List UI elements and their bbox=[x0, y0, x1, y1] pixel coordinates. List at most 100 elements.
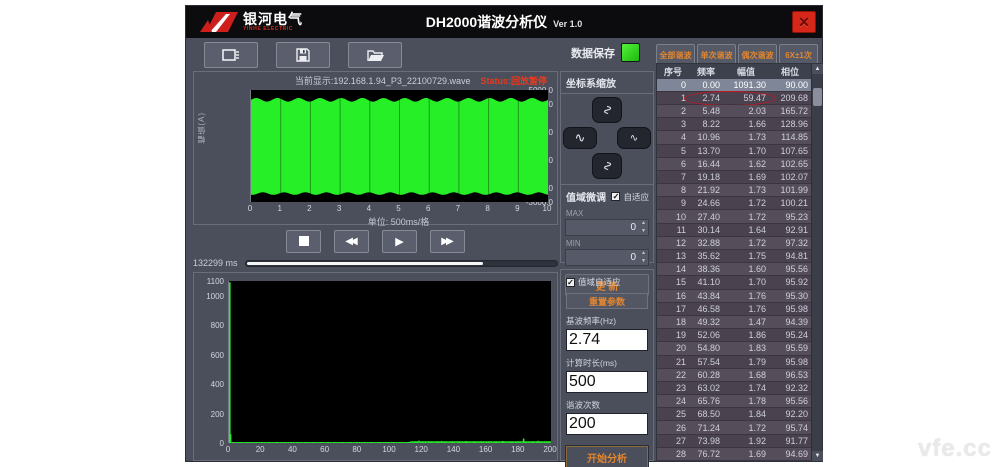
save-button[interactable] bbox=[276, 42, 330, 68]
table-cell: 92.32 bbox=[785, 382, 808, 393]
close-button[interactable]: ✕ bbox=[792, 11, 816, 33]
spinner-down-icon: ▼ bbox=[641, 228, 646, 234]
table-row[interactable]: 18 49.32 1.47 94.39 bbox=[657, 315, 811, 330]
table-cell: 24.66 bbox=[697, 198, 720, 209]
table-cell: 1.76 bbox=[748, 290, 766, 301]
table-row[interactable]: 13 35.62 1.75 94.81 bbox=[657, 250, 811, 264]
table-cell: 19.18 bbox=[697, 171, 720, 182]
table-row[interactable]: 24 65.76 1.78 95.56 bbox=[657, 395, 811, 409]
stop-button[interactable] bbox=[286, 229, 321, 253]
calc-duration-input[interactable] bbox=[566, 371, 648, 393]
table-cell: 11 bbox=[676, 224, 686, 235]
scroll-down-icon[interactable]: ▼ bbox=[812, 451, 823, 461]
table-row[interactable]: 1 2.74 59.47 209.68 bbox=[657, 90, 811, 106]
table-row[interactable]: 9 24.66 1.72 100.21 bbox=[657, 197, 811, 211]
scroll-up-icon[interactable]: ▲ bbox=[812, 64, 823, 74]
save-icon bbox=[296, 48, 310, 62]
table-row[interactable]: 23 63.02 1.74 92.32 bbox=[657, 381, 811, 396]
table-row[interactable]: 26 71.24 1.72 95.74 bbox=[657, 421, 811, 435]
zoom-y-shrink-button[interactable]: ∿ bbox=[592, 153, 622, 179]
table-row[interactable]: 0 0.00 1091.30 90.00 bbox=[657, 78, 811, 92]
table-row[interactable]: 12 32.88 1.72 97.32 bbox=[657, 236, 811, 250]
table-cell: 46.58 bbox=[697, 303, 720, 314]
range-adaptive-checkbox[interactable]: ✓ 值域自适应 bbox=[566, 276, 648, 288]
table-cell: 94.39 bbox=[785, 317, 808, 328]
table-cell: 43.84 bbox=[697, 290, 720, 301]
reset-params-button[interactable]: 重置参数 bbox=[566, 293, 648, 309]
table-row[interactable]: 4 10.96 1.73 114.85 bbox=[657, 131, 811, 145]
table-cell: 1.72 bbox=[748, 237, 766, 248]
table-row[interactable]: 11 30.14 1.64 92.91 bbox=[657, 223, 811, 237]
table-cell: 52.06 bbox=[697, 330, 720, 341]
table-scrollbar[interactable]: ▲ ▼ bbox=[811, 64, 823, 461]
table-cell: 57.54 bbox=[697, 356, 720, 367]
playback-slider[interactable] bbox=[245, 259, 558, 267]
min-spinner[interactable]: ▲ ▼ bbox=[641, 251, 646, 264]
harmonic-count-input[interactable] bbox=[566, 413, 648, 435]
table-row[interactable]: 17 46.58 1.76 95.98 bbox=[657, 302, 811, 316]
sine-wave-icon: ∿ bbox=[600, 104, 615, 116]
table-cell: 95.59 bbox=[785, 343, 808, 354]
table-row[interactable]: 10 27.40 1.72 95.23 bbox=[657, 210, 811, 224]
table-row[interactable]: 15 41.10 1.70 95.92 bbox=[657, 276, 811, 290]
table-cell: 68.50 bbox=[697, 409, 720, 420]
table-cell: 25 bbox=[675, 409, 686, 420]
coordinate-zoom-panel: 坐标系缩放 ∿ ∿ ∿ ∿ 值域微调 ✓ 自适应 MAX 0 ▲ ▼ MIN 0 bbox=[560, 71, 654, 296]
table-row[interactable]: 8 21.92 1.73 101.99 bbox=[657, 184, 811, 198]
table-cell: 1091.30 bbox=[733, 79, 766, 90]
x-tick-label: 120 bbox=[414, 445, 428, 454]
zoom-x-expand-button[interactable]: ∿ bbox=[563, 127, 597, 149]
table-row[interactable]: 16 43.84 1.76 95.30 bbox=[657, 289, 811, 303]
table-cell: 15 bbox=[675, 277, 686, 288]
x-tick-label: 5 bbox=[396, 204, 401, 213]
playback-progress-row: 132299 ms bbox=[193, 256, 558, 270]
table-row[interactable]: 3 8.22 1.66 128.96 bbox=[657, 118, 811, 132]
table-row[interactable]: 6 16.44 1.62 102.65 bbox=[657, 157, 811, 171]
device-connect-button[interactable] bbox=[204, 42, 258, 68]
y-tick-label: 200 bbox=[210, 409, 224, 419]
scrollbar-thumb[interactable] bbox=[813, 88, 822, 106]
table-row[interactable]: 28 76.72 1.69 94.69 bbox=[657, 447, 811, 461]
table-cell: 1.69 bbox=[748, 448, 766, 459]
table-cell: 30.14 bbox=[697, 224, 720, 235]
table-row[interactable]: 7 19.18 1.69 102.07 bbox=[657, 170, 811, 185]
adaptive-checkbox[interactable]: ✓ 自适应 bbox=[611, 191, 649, 203]
zoom-x-shrink-button[interactable]: ∿ bbox=[617, 127, 651, 149]
min-label: MIN bbox=[566, 239, 581, 248]
table-cell: 26 bbox=[675, 422, 686, 433]
play-button[interactable]: ▶ bbox=[382, 229, 417, 253]
table-row[interactable]: 25 68.50 1.84 92.20 bbox=[657, 408, 811, 422]
table-body: 0 0.00 1091.30 90.00 1 2.74 59.47 209.68 2 5.48 2.… bbox=[657, 78, 811, 461]
max-value-input[interactable]: 0 ▲ ▼ bbox=[565, 219, 649, 236]
y-tick-label: 800 bbox=[210, 321, 224, 331]
fundamental-freq-input[interactable] bbox=[566, 329, 648, 351]
table-row[interactable]: 21 57.54 1.79 95.98 bbox=[657, 355, 811, 369]
x-tick-label: 8 bbox=[485, 204, 490, 213]
table-row[interactable]: 20 54.80 1.83 95.59 bbox=[657, 342, 811, 356]
table-row[interactable]: 14 38.36 1.60 95.56 bbox=[657, 263, 811, 277]
table-cell: 76.72 bbox=[697, 448, 720, 459]
rewind-button[interactable]: ◀◀ bbox=[334, 229, 369, 253]
table-cell: 95.24 bbox=[785, 330, 808, 341]
table-cell: 13.70 bbox=[697, 145, 720, 156]
table-cell: 101.99 bbox=[780, 185, 808, 196]
zoom-y-expand-button[interactable]: ∿ bbox=[592, 97, 622, 123]
open-file-button[interactable] bbox=[348, 42, 402, 68]
table-header-row: 序号 频率 幅值 相位 bbox=[657, 64, 811, 79]
table-cell: 71.24 bbox=[697, 422, 720, 433]
table-row[interactable]: 2 5.48 2.03 165.72 bbox=[657, 104, 811, 119]
max-spinner[interactable]: ▲ ▼ bbox=[641, 221, 646, 234]
start-analysis-button[interactable]: 开始分析 bbox=[565, 445, 649, 467]
table-cell: 28 bbox=[675, 448, 686, 459]
fast-forward-button[interactable]: ▶▶ bbox=[430, 229, 465, 253]
table-row[interactable]: 27 73.98 1.92 91.77 bbox=[657, 434, 811, 448]
y-tick-label: 1100 bbox=[206, 277, 224, 286]
table-cell: 6 bbox=[680, 158, 686, 169]
status-label: Status: bbox=[480, 76, 511, 86]
table-row[interactable]: 22 60.28 1.68 96.53 bbox=[657, 368, 811, 382]
table-cell: 95.98 bbox=[785, 303, 808, 314]
table-row[interactable]: 5 13.70 1.70 107.65 bbox=[657, 144, 811, 158]
min-value-input[interactable]: 0 ▲ ▼ bbox=[565, 249, 649, 266]
table-row[interactable]: 19 52.06 1.86 95.24 bbox=[657, 329, 811, 343]
waveform-y-axis-label: 幅值(A) bbox=[197, 112, 206, 144]
